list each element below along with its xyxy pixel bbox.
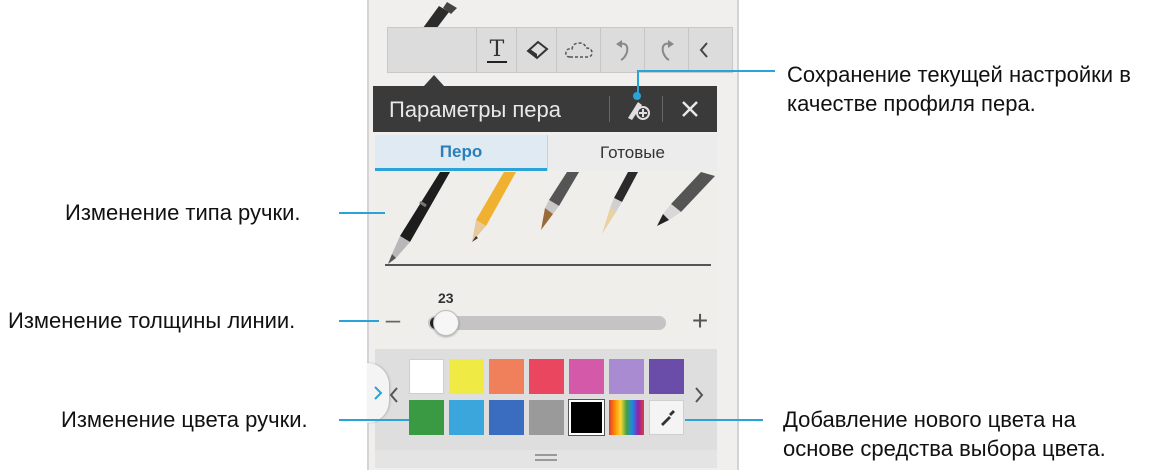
thickness-slider-track[interactable] [428,316,666,330]
callout-line [637,70,639,96]
color-swatch[interactable] [529,400,564,435]
eyedropper-icon [660,409,675,426]
callout-pen-type: Изменение типа ручки. [65,200,301,225]
text-icon: T [487,37,507,63]
drag-handle [535,459,557,461]
spectrum-color-picker[interactable] [609,400,644,435]
color-swatch[interactable] [409,359,444,394]
panel-title: Параметры пера [389,97,562,122]
color-swatch[interactable] [489,359,524,394]
callout-line [339,419,409,421]
color-swatch[interactable] [489,400,524,435]
thickness-value: 23 [438,290,454,306]
callout-save-profile-line2: качестве профиля пера. [787,91,1036,116]
brush-pen-icon[interactable] [525,172,585,234]
undo-button[interactable] [600,28,645,72]
eraser-icon [526,40,549,60]
redo-icon [661,40,674,61]
close-icon [682,101,698,117]
callout-line [339,212,385,214]
color-swatch[interactable] [609,359,644,394]
header-divider [662,96,663,122]
callout-thickness: Изменение толщины линии. [8,308,296,333]
tab-pen[interactable]: Перо [375,135,547,171]
fine-brush-icon[interactable] [588,172,644,238]
toolbar: T [387,27,733,73]
palette-next-button[interactable] [693,386,705,409]
chevron-right-icon [695,387,704,403]
chevron-left-icon [699,42,708,58]
drag-handle[interactable] [535,454,557,456]
chevron-right-icon [374,386,383,400]
thickness-decrease-button[interactable]: – [381,306,405,332]
eyedropper-button[interactable] [649,400,684,435]
color-swatch[interactable] [529,359,564,394]
eraser-tool-button[interactable] [516,28,557,72]
color-swatch[interactable] [409,400,444,435]
color-swatch[interactable] [449,359,484,394]
marker-pen-icon[interactable] [645,172,717,228]
ballpoint-pen-icon[interactable] [380,172,452,264]
thickness-slider-thumb[interactable] [433,310,459,336]
close-button[interactable] [673,92,707,126]
tab-presets[interactable]: Готовые [547,135,717,171]
color-swatch-selected[interactable] [568,399,605,436]
stroke-preview [385,264,711,266]
callout-add-color-line1: Добавление нового цвета на [783,407,1076,432]
palette-prev-button[interactable] [388,386,400,409]
redo-button[interactable] [644,28,689,72]
text-tool-button[interactable]: T [476,28,517,72]
cloud-select-icon [565,42,593,58]
callout-line [685,419,763,421]
callout-color: Изменение цвета ручки. [61,407,308,432]
color-swatch[interactable] [649,359,684,394]
callout-line [637,70,775,72]
tab-bar: Перо Готовые [375,135,717,171]
undo-icon [616,40,629,61]
callout-line [339,320,379,322]
svg-text:T: T [490,37,505,62]
pencil-icon[interactable] [460,172,520,248]
panel-pointer [424,75,444,86]
collapse-toolbar-button[interactable] [688,28,719,72]
callout-add-color-line2: основе средства выбора цвета. [783,436,1106,461]
color-swatch[interactable] [569,359,604,394]
thickness-increase-button[interactable]: + [688,307,712,335]
selection-tool-button[interactable] [556,28,601,72]
pen-add-icon [628,102,650,120]
chevron-left-icon [389,387,398,403]
color-swatch[interactable] [449,400,484,435]
callout-save-profile-line1: Сохранение текущей настройки в [787,62,1131,87]
header-divider [609,96,610,122]
